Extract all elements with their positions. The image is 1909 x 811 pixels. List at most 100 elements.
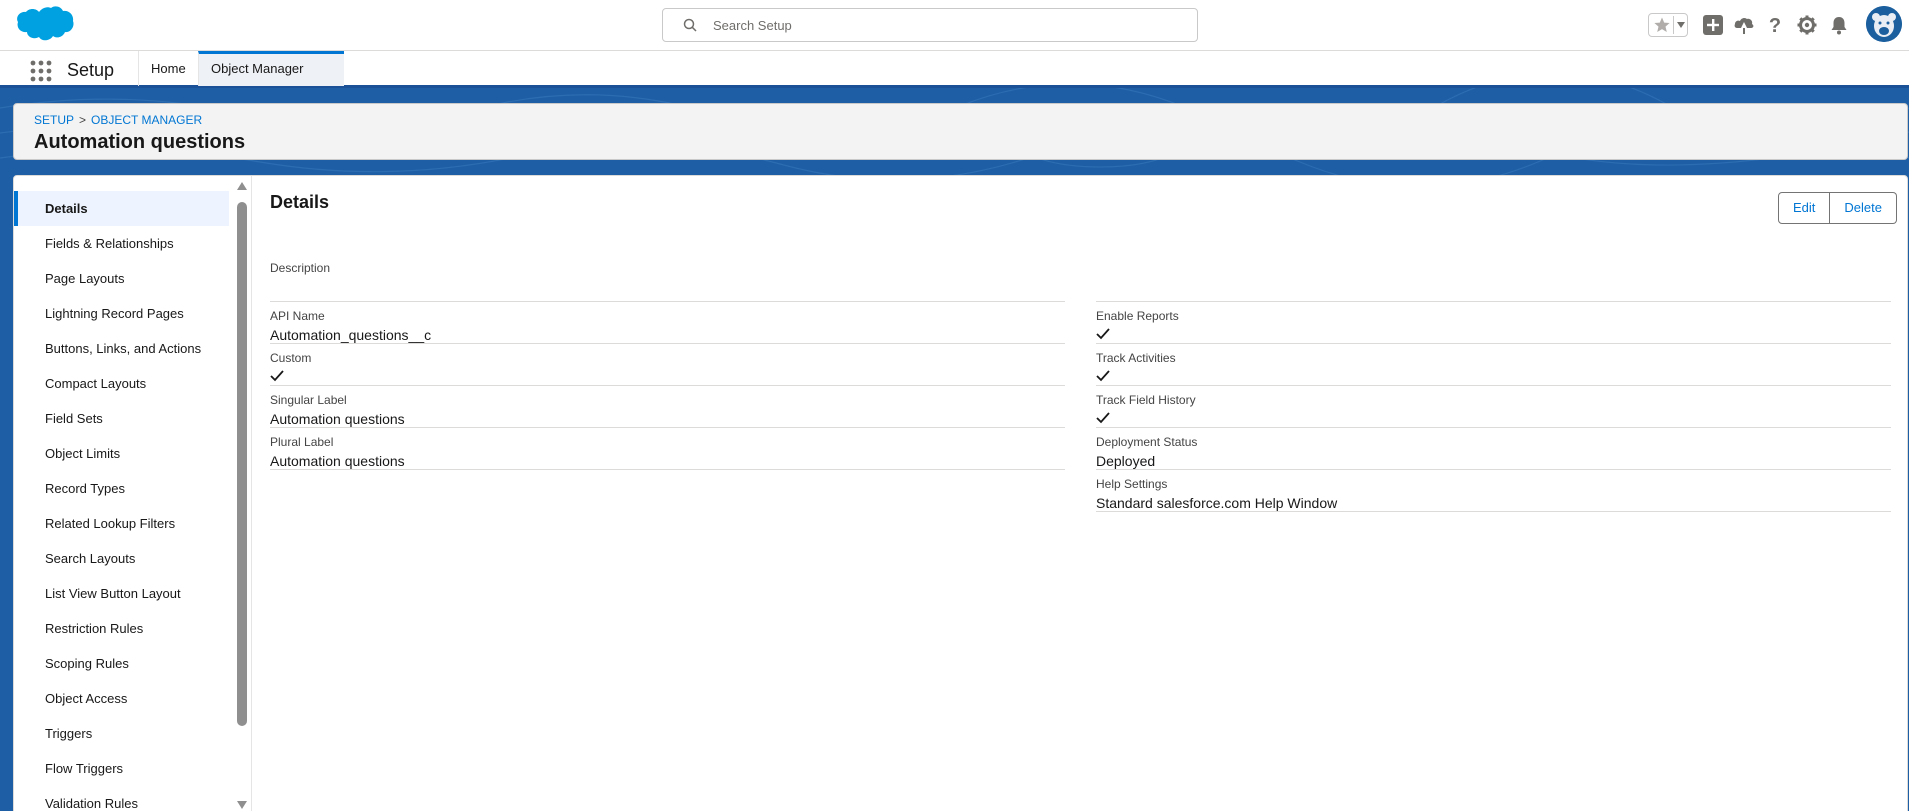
search-icon bbox=[683, 18, 697, 32]
breadcrumb-separator: > bbox=[79, 113, 87, 127]
details-content: Details Edit Delete Description API Name… bbox=[253, 176, 1907, 811]
sidebar-item-object-access[interactable]: Object Access bbox=[14, 681, 229, 716]
edit-button[interactable]: Edit bbox=[1778, 192, 1831, 224]
sidebar-item-label: Page Layouts bbox=[45, 271, 125, 286]
notifications-bell-icon[interactable] bbox=[1828, 14, 1850, 36]
context-bar: Setup Home Object Manager bbox=[0, 50, 1909, 103]
search-input[interactable] bbox=[713, 9, 1183, 41]
field-label: Enable Reports bbox=[1096, 309, 1179, 323]
sidebar-item-label: Compact Layouts bbox=[45, 376, 147, 391]
breadcrumb: SETUP > OBJECT MANAGER bbox=[34, 113, 202, 127]
singular-label-field: Singular Label Automation questions bbox=[270, 393, 1065, 428]
sidebar-item-validation-rules[interactable]: Validation Rules bbox=[14, 786, 229, 811]
object-sidebar: Details Fields & Relationships Page Layo… bbox=[14, 176, 252, 811]
sidebar-item-label: Details bbox=[45, 201, 88, 216]
sidebar-item-lightning-record-pages[interactable]: Lightning Record Pages bbox=[14, 296, 229, 331]
field-value: Automation questions bbox=[270, 411, 405, 427]
scroll-up-arrow-icon[interactable] bbox=[236, 180, 248, 192]
enable-reports-field: Enable Reports bbox=[1096, 309, 1891, 344]
sidebar-item-triggers[interactable]: Triggers bbox=[14, 716, 229, 751]
search-setup-box[interactable] bbox=[662, 8, 1198, 42]
sidebar-item-label: Search Layouts bbox=[45, 551, 136, 566]
sidebar-item-object-limits[interactable]: Object Limits bbox=[14, 436, 229, 471]
sidebar-item-related-lookup-filters[interactable]: Related Lookup Filters bbox=[14, 506, 229, 541]
sidebar-item-record-types[interactable]: Record Types bbox=[14, 471, 229, 506]
scroll-thumb[interactable] bbox=[237, 202, 247, 726]
custom-field: Custom bbox=[270, 351, 1065, 386]
field-label: API Name bbox=[270, 309, 325, 323]
scroll-down-arrow-icon[interactable] bbox=[236, 799, 248, 811]
description-field: Description bbox=[270, 261, 1065, 302]
app-name: Setup bbox=[67, 60, 115, 80]
field-value: Standard salesforce.com Help Window bbox=[1096, 495, 1338, 511]
field-label: Plural Label bbox=[270, 435, 334, 449]
tab-home-label: Home bbox=[151, 61, 186, 76]
field-label: Track Field History bbox=[1096, 393, 1196, 407]
delete-button[interactable]: Delete bbox=[1830, 192, 1897, 224]
sidebar-item-label: Field Sets bbox=[45, 411, 103, 426]
breadcrumb-setup[interactable]: SETUP bbox=[34, 113, 74, 127]
breadcrumb-object-manager[interactable]: OBJECT MANAGER bbox=[91, 113, 202, 127]
sidebar-item-list-view-button-layout[interactable]: List View Button Layout bbox=[14, 576, 229, 611]
sidebar-item-label: List View Button Layout bbox=[45, 586, 181, 601]
sidebar-item-field-sets[interactable]: Field Sets bbox=[14, 401, 229, 436]
sidebar-item-label: Lightning Record Pages bbox=[45, 306, 184, 321]
sidebar-item-label: Fields & Relationships bbox=[45, 236, 174, 251]
favorites-divider bbox=[1673, 16, 1674, 34]
global-header: ? bbox=[0, 0, 1909, 50]
avatar-bear-icon bbox=[1866, 6, 1902, 42]
sidebar-item-restriction-rules[interactable]: Restriction Rules bbox=[14, 611, 229, 646]
sidebar-item-label: Restriction Rules bbox=[45, 621, 144, 636]
trailhead-icon[interactable] bbox=[1733, 14, 1755, 36]
favorites-group[interactable] bbox=[1648, 13, 1688, 37]
sidebar-item-flow-triggers[interactable]: Flow Triggers bbox=[14, 751, 229, 786]
field-label: Track Activities bbox=[1096, 351, 1176, 365]
favorites-star-icon[interactable] bbox=[1653, 16, 1671, 34]
sidebar-scrollbar[interactable] bbox=[234, 176, 250, 811]
page-header: SETUP > OBJECT MANAGER Automation question… bbox=[13, 103, 1908, 160]
sidebar-item-compact-layouts[interactable]: Compact Layouts bbox=[14, 366, 229, 401]
checkmark-icon bbox=[270, 370, 284, 382]
field-label: Singular Label bbox=[270, 393, 347, 407]
track-field-history-field: Track Field History bbox=[1096, 393, 1891, 428]
sidebar-item-scoping-rules[interactable]: Scoping Rules bbox=[14, 646, 229, 681]
field-label: Help Settings bbox=[1096, 477, 1168, 491]
sidebar-item-label: Buttons, Links, and Actions bbox=[45, 341, 202, 356]
deployment-status-field: Deployment Status Deployed bbox=[1096, 435, 1891, 470]
main-card: Details Fields & Relationships Page Layo… bbox=[13, 175, 1908, 811]
field-label: Deployment Status bbox=[1096, 435, 1198, 449]
sidebar-item-buttons-links-actions[interactable]: Buttons, Links, and Actions bbox=[14, 331, 229, 366]
sidebar-item-details[interactable]: Details bbox=[14, 191, 229, 226]
checkmark-icon bbox=[1096, 370, 1110, 382]
user-avatar[interactable] bbox=[1866, 6, 1902, 42]
field-value: Automation questions bbox=[270, 453, 405, 469]
sidebar-item-fields-relationships[interactable]: Fields & Relationships bbox=[14, 226, 229, 261]
track-activities-field: Track Activities bbox=[1096, 351, 1891, 386]
tab-object-manager[interactable]: Object Manager bbox=[198, 51, 344, 103]
checkmark-icon bbox=[1096, 328, 1110, 340]
tab-home[interactable]: Home bbox=[138, 51, 198, 86]
action-button-group: Edit Delete bbox=[1778, 192, 1897, 224]
checkmark-icon bbox=[1096, 412, 1110, 424]
sidebar-item-label: Record Types bbox=[45, 481, 125, 496]
field-value: Deployed bbox=[1096, 453, 1156, 469]
global-create-icon[interactable] bbox=[1702, 14, 1724, 36]
field-label: Custom bbox=[270, 351, 312, 365]
favorites-dropdown-icon[interactable] bbox=[1677, 22, 1685, 28]
sidebar-list: Details Fields & Relationships Page Layo… bbox=[14, 191, 229, 811]
field-value: Automation_questions__c bbox=[270, 327, 432, 343]
app-launcher-icon[interactable] bbox=[30, 60, 52, 82]
help-icon[interactable]: ? bbox=[1764, 14, 1786, 36]
sidebar-item-label: Flow Triggers bbox=[45, 761, 124, 776]
sidebar-item-search-layouts[interactable]: Search Layouts bbox=[14, 541, 229, 576]
sidebar-item-page-layouts[interactable]: Page Layouts bbox=[14, 261, 229, 296]
description-spacer bbox=[1096, 261, 1891, 302]
section-title: Details bbox=[270, 192, 330, 212]
setup-gear-icon[interactable] bbox=[1796, 14, 1818, 36]
sidebar-item-label: Validation Rules bbox=[45, 796, 138, 811]
help-settings-field: Help Settings Standard salesforce.com He… bbox=[1096, 477, 1891, 512]
salesforce-logo-icon[interactable] bbox=[14, 6, 74, 48]
page-title: Automation questions bbox=[34, 131, 246, 153]
api-name-field: API Name Automation_questions__c bbox=[270, 309, 1065, 344]
tab-object-manager-label: Object Manager bbox=[211, 61, 304, 76]
